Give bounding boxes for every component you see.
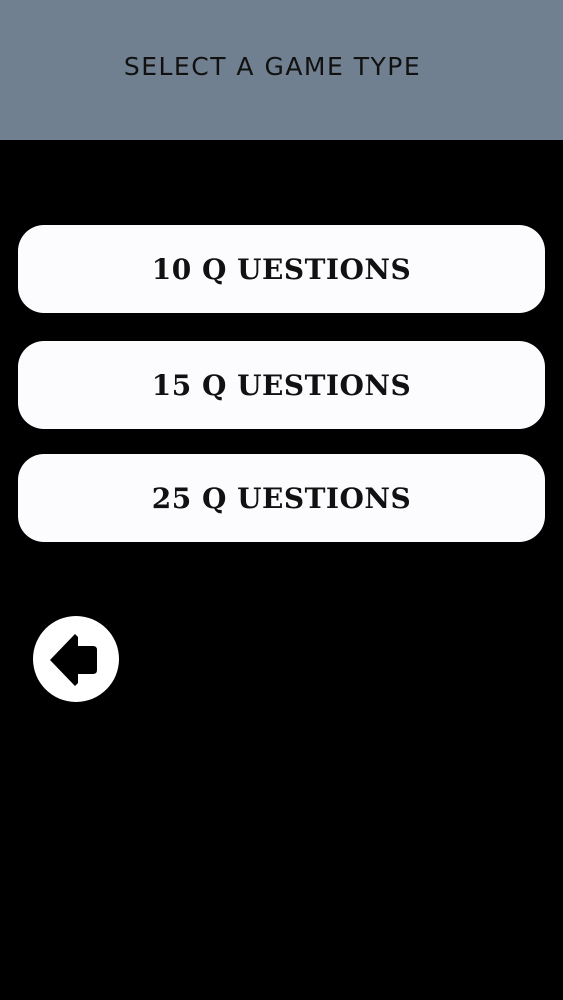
- option-label: 25 Q UESTIONS: [151, 481, 412, 515]
- option-label: 15 Q UESTIONS: [151, 368, 412, 402]
- option-label: 10 Q UESTIONS: [151, 252, 412, 286]
- back-button[interactable]: [33, 616, 119, 702]
- page-title: SELECT A GAME TYPE: [123, 52, 422, 81]
- option-25-questions-button[interactable]: 25 Q UESTIONS: [18, 454, 545, 542]
- option-15-questions-button[interactable]: 15 Q UESTIONS: [18, 341, 545, 429]
- option-10-questions-button[interactable]: 10 Q UESTIONS: [18, 225, 545, 313]
- header-bar: SELECT A GAME TYPE: [0, 0, 563, 140]
- arrow-left-icon: [50, 634, 97, 686]
